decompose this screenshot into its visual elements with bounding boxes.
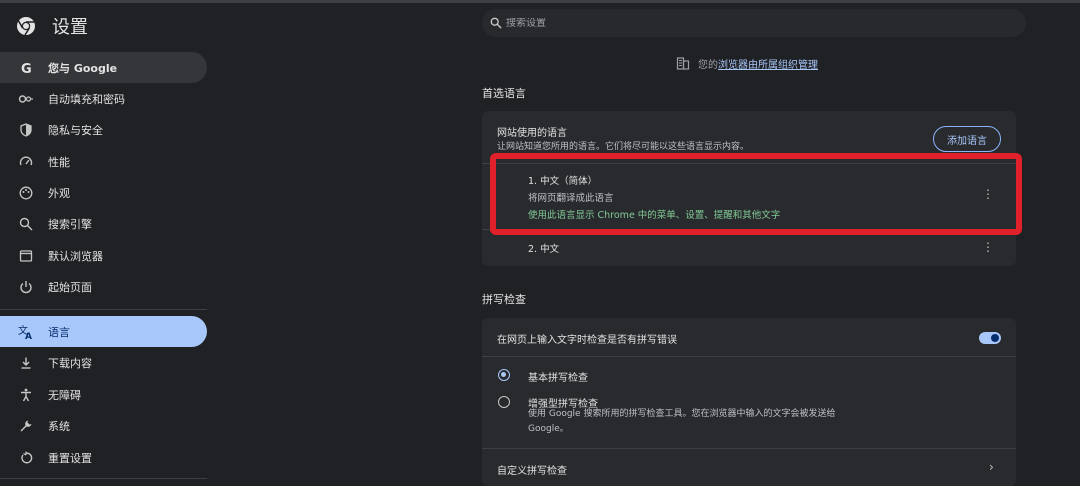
- sidebar-divider: [0, 478, 207, 479]
- add-language-button[interactable]: 添加语言: [933, 126, 1001, 152]
- chrome-logo-icon: [16, 16, 36, 36]
- google-g-icon: G: [18, 60, 34, 76]
- shield-icon: [18, 122, 34, 138]
- row-divider: [482, 356, 1016, 357]
- sidebar-item-autofill[interactable]: 自动填充和密码: [0, 83, 207, 114]
- sidebar-item-system[interactable]: 系统: [0, 410, 207, 441]
- chevron-right-icon[interactable]: ›: [989, 460, 994, 474]
- languages-card-desc: 让网站知道您所用的语言。它们将尽可能以这些语言显示内容。: [497, 142, 750, 152]
- sidebar-item-label: 起始页面: [48, 280, 92, 294]
- browser-window-icon: [18, 248, 34, 264]
- download-icon: [18, 355, 34, 371]
- search-input[interactable]: [506, 17, 986, 29]
- wrench-icon: [18, 418, 34, 434]
- language-item-2: 2. 中文: [528, 241, 559, 255]
- sidebar: 设置 G 您与 Google 自动填充和密码 隐私与安全 性能 外观 搜索引擎 …: [0, 0, 220, 486]
- spellcheck-card: 在网页上输入文字时检查是否有拼写错误 基本拼写检查 增强型拼写检查 使用 Goo…: [482, 318, 1016, 486]
- sidebar-item-label: 系统: [48, 419, 70, 433]
- sidebar-item-performance[interactable]: 性能: [0, 146, 207, 177]
- sidebar-item-reset[interactable]: 重置设置: [0, 442, 207, 473]
- page-title: 设置: [52, 17, 88, 38]
- speedometer-icon: [18, 154, 34, 170]
- sidebar-divider: [0, 309, 207, 310]
- reset-icon: [18, 450, 34, 466]
- sidebar-item-startup[interactable]: 起始页面: [0, 271, 207, 302]
- managed-prefix: 您的: [698, 59, 718, 71]
- sidebar-item-label: 语言: [48, 325, 70, 339]
- managed-link[interactable]: 浏览器由所属组织管理: [718, 56, 818, 71]
- sidebar-item-default-browser[interactable]: 默认浏览器: [0, 240, 207, 271]
- languages-card-title: 网站使用的语言: [497, 128, 567, 139]
- translate-icon: 文A: [18, 324, 34, 340]
- spellcheck-toggle[interactable]: [979, 332, 1001, 344]
- basic-spellcheck-radio[interactable]: [498, 369, 510, 381]
- sidebar-item-search-engine[interactable]: 搜索引擎: [0, 208, 207, 239]
- sidebar-item-label: 自动填充和密码: [48, 92, 125, 106]
- basic-spellcheck-label: 基本拼写检查: [528, 373, 588, 384]
- power-icon: [18, 279, 34, 295]
- sidebar-item-label: 重置设置: [48, 451, 92, 465]
- enhanced-spellcheck-radio[interactable]: [498, 396, 510, 408]
- svg-text:G: G: [21, 62, 32, 75]
- svg-text:A: A: [25, 332, 32, 340]
- preferred-languages-heading: 首选语言: [482, 87, 526, 100]
- search-icon: [18, 216, 34, 232]
- search-bar[interactable]: [482, 9, 1026, 37]
- sidebar-item-label: 外观: [48, 186, 70, 200]
- more-options-icon[interactable]: ⋮: [982, 240, 994, 254]
- palette-icon: [18, 185, 34, 201]
- sidebar-item-label: 搜索引擎: [48, 217, 92, 231]
- enhanced-spellcheck-desc-line1: 使用 Google 搜索所用的拼写检查工具。您在浏览器中输入的文字会被发送给: [528, 409, 836, 419]
- sidebar-item-downloads[interactable]: 下载内容: [0, 347, 207, 378]
- managed-notice: 您的 浏览器由所属组织管理: [676, 55, 818, 71]
- sidebar-item-label: 默认浏览器: [48, 249, 103, 263]
- spellcheck-heading: 拼写检查: [482, 293, 526, 306]
- sidebar-item-label: 下载内容: [48, 356, 92, 370]
- spellcheck-toggle-label: 在网页上输入文字时检查是否有拼写错误: [497, 335, 677, 346]
- row-divider: [482, 448, 1016, 449]
- red-highlight-box: [490, 153, 1022, 235]
- language-name: 2. 中文: [528, 244, 560, 255]
- sidebar-item-label: 无障碍: [48, 388, 81, 402]
- sidebar-item-you-and-google[interactable]: G 您与 Google: [0, 52, 207, 83]
- sidebar-item-accessibility[interactable]: 无障碍: [0, 379, 207, 410]
- sidebar-item-languages[interactable]: 文A 语言: [0, 316, 207, 347]
- accessibility-icon: [18, 387, 34, 403]
- sidebar-item-appearance[interactable]: 外观: [0, 177, 207, 208]
- sidebar-item-label: 隐私与安全: [48, 123, 103, 137]
- enhanced-spellcheck-desc-line2: Google。: [528, 424, 569, 434]
- app-header: 设置: [16, 12, 88, 40]
- building-icon: [676, 56, 690, 70]
- sidebar-item-label: 性能: [48, 155, 70, 169]
- search-icon: [490, 14, 502, 33]
- key-icon: [18, 91, 34, 107]
- custom-spellcheck-label[interactable]: 自定义拼写检查: [497, 462, 567, 477]
- sidebar-item-privacy[interactable]: 隐私与安全: [0, 114, 207, 145]
- sidebar-item-label: 您与 Google: [48, 61, 118, 75]
